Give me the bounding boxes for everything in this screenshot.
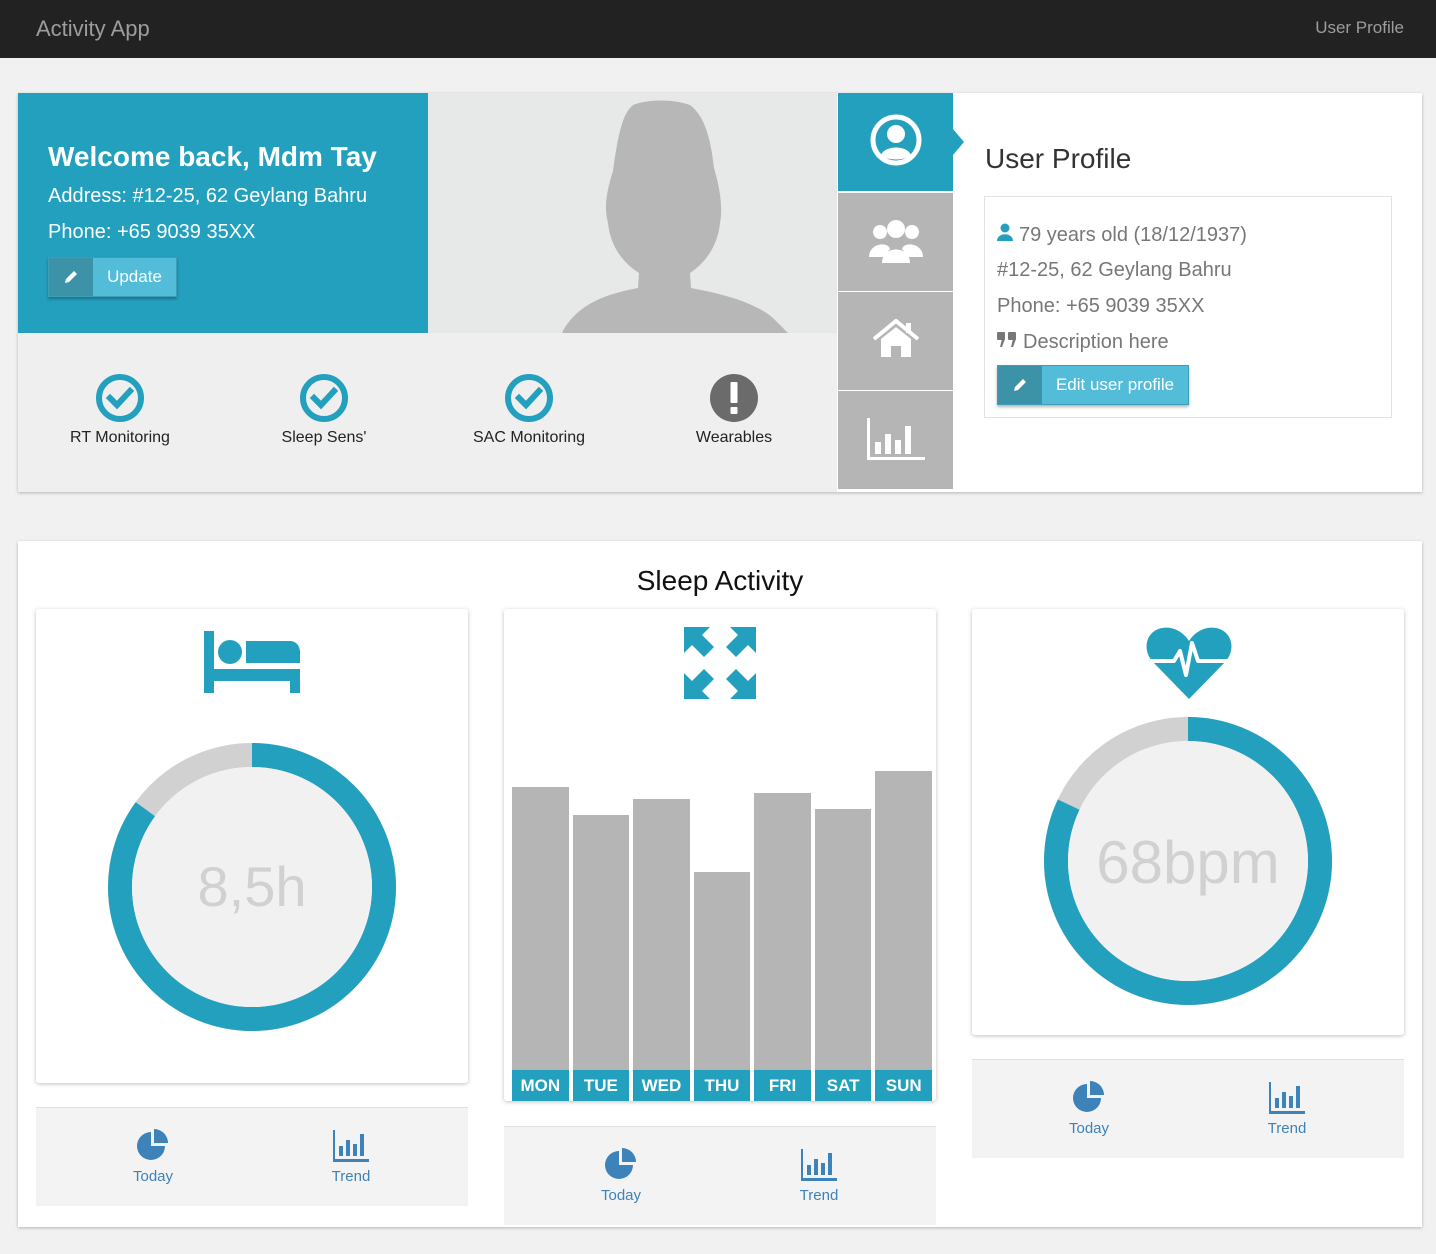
navbar: Activity App User Profile <box>0 0 1436 58</box>
today-button[interactable]: Today <box>571 1147 671 1204</box>
trend-button[interactable]: Trend <box>301 1128 401 1185</box>
welcome-banner: Welcome back, Mdm Tay Address: #12-25, 6… <box>18 93 428 333</box>
welcome-phone: Phone: +65 9039 35XX <box>48 221 256 243</box>
chart-day-label: WED <box>633 1070 690 1101</box>
chart-day-label: TUE <box>572 1070 630 1101</box>
sleep-movement-footer: Today Trend <box>504 1126 936 1225</box>
trend-button[interactable]: Trend <box>1237 1080 1337 1137</box>
side-tab-bar <box>838 93 964 492</box>
status-sac-monitoring[interactable]: SAC Monitoring <box>427 373 631 447</box>
check-circle-icon <box>95 373 145 423</box>
chart-bar-fri <box>754 792 811 1070</box>
user-icon <box>997 223 1013 247</box>
brand-title[interactable]: Activity App <box>36 16 150 42</box>
welcome-title: Welcome back, Mdm Tay <box>48 141 377 172</box>
pie-chart-icon <box>603 1147 639 1181</box>
heart-rate-footer: Today Trend <box>972 1059 1404 1158</box>
sleep-duration-donut: 8,5h <box>108 743 396 1031</box>
chart-bar-sun <box>875 770 932 1070</box>
profile-phone: Phone: +65 9039 35XX <box>997 295 1205 317</box>
chart-day-label: SUN <box>875 1070 932 1101</box>
heart-rate-value: 68bpm <box>1096 829 1279 896</box>
active-tab-pointer <box>953 129 964 155</box>
sleep-activity-title: Sleep Activity <box>636 565 804 596</box>
heart-rate-donut: 68bpm <box>1044 717 1332 1005</box>
nav-user-profile-link[interactable]: User Profile <box>1315 18 1404 38</box>
trend-button[interactable]: Trend <box>769 1147 869 1204</box>
edit-profile-button[interactable]: Edit user profile <box>997 365 1189 405</box>
heart-rate-card: 68bpm <box>972 609 1404 1035</box>
expand-arrows-icon <box>684 627 756 704</box>
profile-address: #12-25, 62 Geylang Bahru <box>997 259 1232 281</box>
user-profile-panel: User Profile 79 years old (18/12/1937) #… <box>984 93 1392 492</box>
user-circle-icon <box>869 113 923 172</box>
tab-statistics[interactable] <box>838 391 953 489</box>
sleep-movement-chart: MON TUE WED THU FRI SAT SUN <box>512 755 932 1101</box>
chart-day-label: FRI <box>754 1070 811 1101</box>
today-label: Today <box>600 1187 642 1204</box>
bed-icon <box>204 631 300 698</box>
sleep-movement-card: MON TUE WED THU FRI SAT SUN <box>504 609 936 1101</box>
chart-bar-mon <box>512 786 569 1070</box>
pencil-icon <box>49 258 93 296</box>
chart-day-label: THU <box>693 1070 751 1101</box>
profile-description: Description here <box>997 331 1169 354</box>
status-bar: RT Monitoring Sleep Sens' SAC Monitoring… <box>18 333 837 492</box>
chart-bar-wed <box>633 799 690 1070</box>
pie-chart-icon <box>135 1128 171 1162</box>
profile-title: User Profile <box>985 143 1132 174</box>
status-label: RT Monitoring <box>70 429 170 446</box>
chart-bar-tue <box>572 814 630 1070</box>
check-circle-icon <box>299 373 349 423</box>
today-button[interactable]: Today <box>1039 1080 1139 1137</box>
status-sleep-sensor[interactable]: Sleep Sens' <box>222 373 426 447</box>
chart-day-label: MON <box>512 1070 569 1101</box>
tab-home[interactable] <box>838 292 953 390</box>
today-label: Today <box>132 1168 174 1185</box>
today-label: Today <box>1068 1120 1110 1137</box>
quote-icon <box>997 331 1017 354</box>
update-button[interactable]: Update <box>48 257 177 297</box>
sleep-activity-panel: Sleep Activity 8,5h Today Trend MON TUE … <box>18 541 1422 1227</box>
pie-chart-icon <box>1071 1080 1107 1114</box>
trend-label: Trend <box>799 1187 839 1204</box>
today-button[interactable]: Today <box>103 1128 203 1185</box>
welcome-address: Address: #12-25, 62 Geylang Bahru <box>48 185 368 207</box>
chart-bar-sat <box>814 808 872 1070</box>
profile-details-box: 79 years old (18/12/1937) #12-25, 62 Gey… <box>984 196 1392 418</box>
profile-overview-panel: Welcome back, Mdm Tay Address: #12-25, 6… <box>18 93 1422 492</box>
bar-chart-icon <box>333 1128 369 1162</box>
heartbeat-icon <box>1146 627 1232 704</box>
edit-profile-label: Edit user profile <box>1055 375 1175 394</box>
check-circle-icon <box>504 373 554 423</box>
chart-bar-thu <box>693 871 751 1070</box>
status-rt-monitoring[interactable]: RT Monitoring <box>18 373 222 447</box>
bar-chart-icon <box>1269 1080 1305 1114</box>
tab-user-profile[interactable] <box>838 93 953 191</box>
trend-label: Trend <box>1267 1120 1307 1137</box>
users-icon <box>868 215 924 270</box>
home-icon <box>872 317 920 364</box>
avatar <box>428 93 837 333</box>
status-label: Wearables <box>695 429 773 446</box>
trend-label: Trend <box>331 1168 371 1185</box>
exclamation-circle-icon <box>709 373 759 423</box>
status-label: SAC Monitoring <box>472 429 586 446</box>
sleep-duration-value: 8,5h <box>198 855 307 918</box>
status-wearables[interactable]: Wearables <box>632 373 836 447</box>
sleep-duration-footer: Today Trend <box>36 1107 468 1206</box>
sleep-duration-card: 8,5h <box>36 609 468 1083</box>
profile-age: 79 years old (18/12/1937) <box>997 223 1247 247</box>
profile-description-text: Description here <box>1023 331 1169 353</box>
bar-chart-icon <box>801 1147 837 1181</box>
chart-day-label: SAT <box>814 1070 872 1101</box>
bar-chart-icon <box>866 416 925 465</box>
status-label: Sleep Sens' <box>281 429 367 446</box>
profile-age-text: 79 years old (18/12/1937) <box>1019 223 1247 246</box>
update-button-label: Update <box>107 267 162 286</box>
pencil-icon <box>998 366 1042 404</box>
tab-family[interactable] <box>838 193 953 291</box>
